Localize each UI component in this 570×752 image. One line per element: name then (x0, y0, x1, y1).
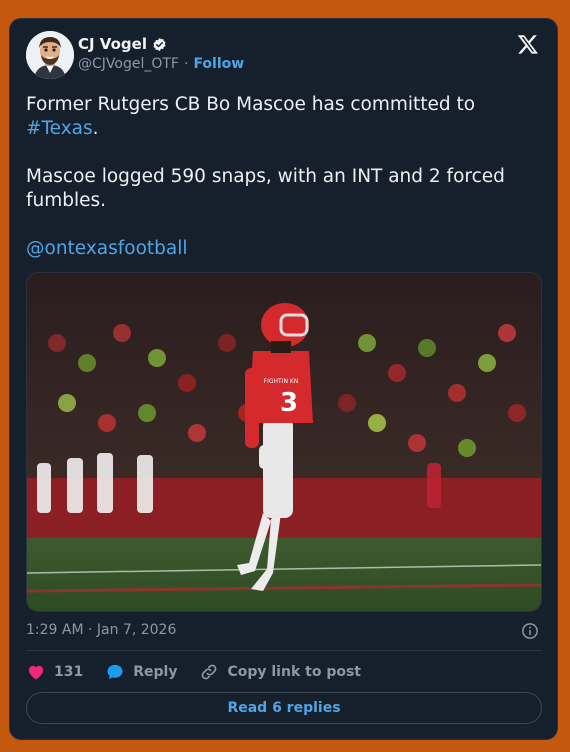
author-name[interactable]: CJ Vogel (78, 35, 147, 53)
tweet-card: CJ Vogel @CJVogel_OTF · Follow Former Ru… (9, 18, 558, 740)
link-icon (202, 664, 217, 680)
follow-button[interactable]: Follow (193, 56, 244, 72)
hashtag-link[interactable]: #Texas (26, 118, 93, 139)
jersey-number: 3 (280, 388, 298, 418)
heart-icon (28, 665, 44, 680)
reply-button[interactable]: Reply (105, 662, 177, 682)
reply-bubble-icon (107, 664, 123, 680)
tweet-paragraph-2: Mascoe logged 590 snaps, with an INT and… (26, 166, 505, 211)
separator-dot: · (183, 56, 189, 72)
avatar[interactable] (26, 31, 74, 79)
timestamp[interactable]: 1:29 AM · Jan 7, 2026 (26, 622, 176, 638)
tweet-line-1-end: . (92, 118, 99, 139)
verified-badge-icon (153, 37, 166, 51)
reply-label: Reply (133, 664, 178, 680)
avatar-cartoon-face-icon (26, 31, 74, 79)
tweet-paragraph-1: Former Rutgers CB Bo Mascoe has committe… (26, 93, 536, 141)
handle-row: @CJVogel_OTF · Follow (78, 56, 244, 72)
tweet-text: Former Rutgers CB Bo Mascoe has committe… (26, 93, 536, 285)
mention-link[interactable]: @ontexasfootball (26, 237, 536, 261)
x-logo-icon[interactable] (517, 33, 539, 55)
like-count: 131 (54, 664, 84, 680)
like-button[interactable]: 131 (26, 662, 83, 682)
jersey-text: FIGHTIN KN (264, 378, 299, 385)
football-player-photo: FIGHTIN KN 3 (27, 273, 541, 611)
copy-link-button[interactable]: Copy link to post (199, 662, 361, 682)
author-handle[interactable]: @CJVogel_OTF (78, 56, 179, 72)
tweet-photo[interactable]: FIGHTIN KN 3 (26, 272, 542, 612)
tweet-line-1: Former Rutgers CB Bo Mascoe has committe… (26, 94, 476, 115)
info-icon[interactable] (521, 622, 539, 640)
divider (26, 650, 542, 651)
copy-link-label: Copy link to post (227, 664, 361, 680)
author-name-row[interactable]: CJ Vogel (78, 35, 167, 53)
read-replies-button[interactable]: Read 6 replies (26, 692, 542, 724)
action-bar: 131 Reply Copy link to post (26, 662, 383, 682)
